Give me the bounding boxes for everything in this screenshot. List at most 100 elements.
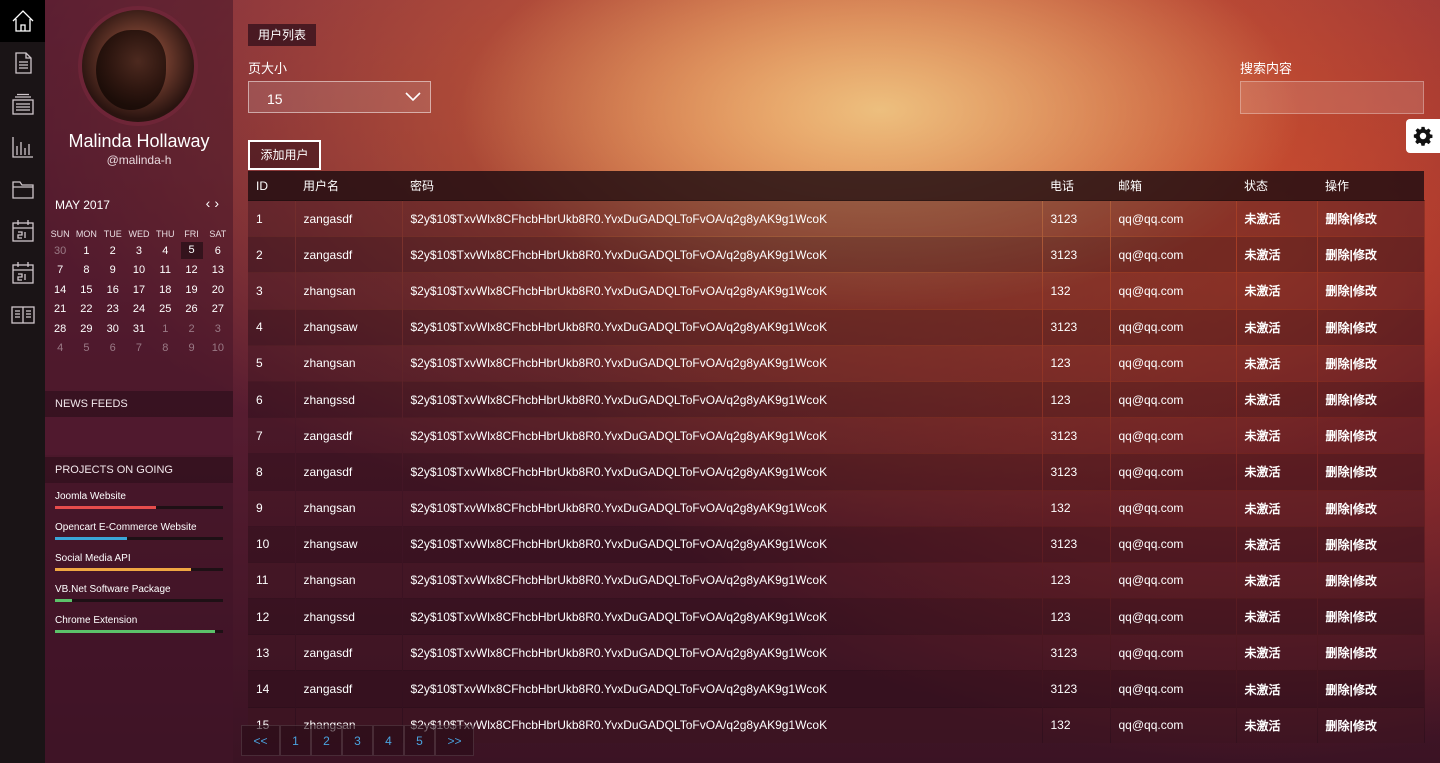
calendar-day[interactable]: 30 [47,241,73,261]
delete-link[interactable]: 删除 [1326,646,1350,660]
calendar-day[interactable]: 10 [205,339,231,359]
edit-link[interactable]: 修改 [1353,719,1377,733]
document-icon[interactable] [0,42,45,84]
chevron-right-icon[interactable]: › [214,195,223,211]
page-prev-button[interactable]: << [241,725,280,756]
calendar-day[interactable]: 17 [126,280,152,300]
calendar-day[interactable]: 9 [100,261,126,281]
search-input[interactable] [1240,81,1424,114]
edit-link[interactable]: 修改 [1353,284,1377,298]
edit-link[interactable]: 修改 [1353,212,1377,226]
home-icon[interactable] [0,0,45,42]
edit-link[interactable]: 修改 [1353,646,1377,660]
stack-icon[interactable] [0,84,45,126]
edit-link[interactable]: 修改 [1353,574,1377,588]
delete-link[interactable]: 删除 [1326,321,1350,335]
edit-link[interactable]: 修改 [1353,321,1377,335]
delete-link[interactable]: 删除 [1326,393,1350,407]
calendar-day[interactable]: 6 [100,339,126,359]
avatar[interactable] [82,10,194,122]
page-number-button[interactable]: 4 [373,725,404,756]
calendar-day[interactable]: 10 [126,261,152,281]
bar-chart-icon[interactable] [0,126,45,168]
page-number-button[interactable]: 5 [404,725,435,756]
calendar-day[interactable]: 9 [178,339,204,359]
delete-link[interactable]: 删除 [1326,610,1350,624]
calendar-day[interactable]: 5 [73,339,99,359]
page-next-button[interactable]: >> [435,725,474,756]
delete-link[interactable]: 删除 [1326,719,1350,733]
calendar-day[interactable]: 4 [47,339,73,359]
project-progress-bar [55,599,223,602]
cell-id: 3 [248,272,296,310]
edit-link[interactable]: 修改 [1353,538,1377,552]
calendar-day[interactable]: 4 [152,241,178,261]
calendar-day[interactable]: 29 [73,319,99,339]
calendar-day[interactable]: 2 [100,241,126,261]
edit-link[interactable]: 修改 [1353,610,1377,624]
edit-link[interactable]: 修改 [1353,502,1377,516]
calendar-day[interactable]: 13 [205,261,231,281]
calendar-day[interactable]: 31 [126,319,152,339]
calendar-day[interactable]: 26 [178,300,204,320]
book-icon[interactable] [0,294,45,336]
edit-link[interactable]: 修改 [1353,248,1377,262]
calendar-day[interactable]: 18 [152,280,178,300]
calendar-day[interactable]: 7 [126,339,152,359]
delete-link[interactable]: 删除 [1326,357,1350,371]
calendar-icon[interactable] [0,210,45,252]
calendar-day[interactable]: 20 [205,280,231,300]
calendar-day[interactable]: 1 [152,319,178,339]
calendar-day[interactable]: 21 [47,300,73,320]
calendar-day[interactable]: 8 [73,261,99,281]
cell-actions: 删除|修改 [1317,308,1425,346]
calendar-day[interactable]: 28 [47,319,73,339]
edit-link[interactable]: 修改 [1353,393,1377,407]
calendar-day[interactable]: 19 [178,280,204,300]
project-name: Opencart E-Commerce Website [55,522,197,533]
delete-link[interactable]: 删除 [1326,574,1350,588]
delete-link[interactable]: 删除 [1326,465,1350,479]
page-number-button[interactable]: 2 [311,725,342,756]
calendar-day[interactable]: 23 [100,300,126,320]
edit-link[interactable]: 修改 [1353,683,1377,697]
cell-actions: 删除|修改 [1317,670,1425,708]
delete-link[interactable]: 删除 [1326,502,1350,516]
calendar-day[interactable]: 12 [178,261,204,281]
calendar-day[interactable]: 16 [100,280,126,300]
calendar-day[interactable]: 7 [47,261,73,281]
calendar-icon[interactable] [0,252,45,294]
calendar-day[interactable]: 5 [178,241,204,261]
calendar-day[interactable]: 25 [152,300,178,320]
page-number-button[interactable]: 3 [342,725,373,756]
delete-link[interactable]: 删除 [1326,212,1350,226]
calendar-day[interactable]: 2 [178,319,204,339]
cell-password: $2y$10$TxvWlx8CFhcbHbrUkb8R0.YvxDuGADQLT… [402,308,1043,346]
settings-gear-button[interactable] [1406,119,1440,153]
delete-link[interactable]: 删除 [1326,284,1350,298]
page-number-button[interactable]: 1 [280,725,311,756]
calendar-day[interactable]: 8 [152,339,178,359]
edit-link[interactable]: 修改 [1353,429,1377,443]
calendar-day[interactable]: 11 [152,261,178,281]
delete-link[interactable]: 删除 [1326,538,1350,552]
page-size-select[interactable]: 15 [248,81,431,113]
edit-link[interactable]: 修改 [1353,465,1377,479]
folder-icon[interactable] [0,168,45,210]
calendar-day[interactable]: 22 [73,300,99,320]
calendar-day[interactable]: 15 [73,280,99,300]
edit-link[interactable]: 修改 [1353,357,1377,371]
calendar-day[interactable]: 3 [205,319,231,339]
add-user-button[interactable]: 添加用户 [248,140,321,170]
calendar-day[interactable]: 1 [73,241,99,261]
delete-link[interactable]: 删除 [1326,248,1350,262]
calendar-day[interactable]: 30 [100,319,126,339]
calendar-day[interactable]: 6 [205,241,231,261]
calendar-day[interactable]: 27 [205,300,231,320]
calendar-day[interactable]: 3 [126,241,152,261]
delete-link[interactable]: 删除 [1326,429,1350,443]
calendar-day[interactable]: 24 [126,300,152,320]
calendar-day[interactable]: 14 [47,280,73,300]
delete-link[interactable]: 删除 [1326,683,1350,697]
cell-actions: 删除|修改 [1317,236,1425,273]
